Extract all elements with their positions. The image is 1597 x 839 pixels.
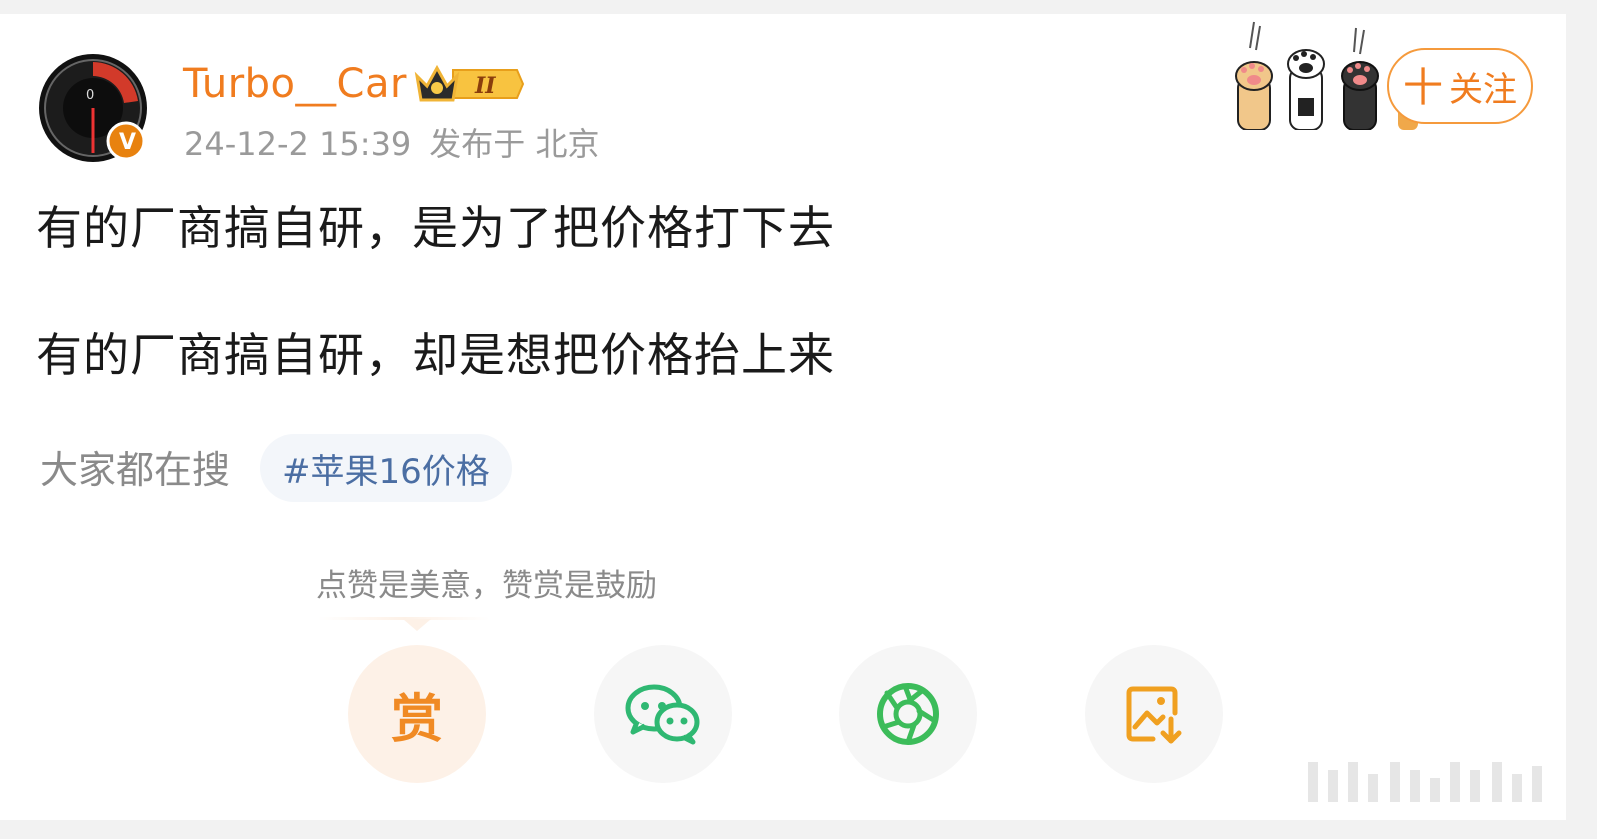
reward-button[interactable]: 赏 (348, 645, 486, 783)
trending-tag[interactable]: #苹果16价格 (260, 434, 512, 502)
plus-icon: 十 (1403, 65, 1443, 111)
reward-icon: 赏 (390, 689, 443, 750)
trending-search-label: 大家都在搜 (40, 448, 231, 492)
follow-button[interactable]: 十 关注 (1387, 48, 1533, 124)
tip-arrow-icon (403, 619, 431, 631)
badge-level: II (474, 73, 496, 99)
share-moments-button[interactable] (839, 645, 977, 783)
follow-label: 关注 (1449, 69, 1517, 110)
save-image-icon (1126, 686, 1182, 744)
reward-tip: 点赞是美意，赞赏是鼓励 (316, 568, 657, 604)
post-location: 发布于 北京 (429, 125, 600, 163)
save-image-button[interactable] (1085, 645, 1223, 783)
wechat-icon (625, 684, 700, 745)
weibo-watermark-icon (1300, 758, 1562, 806)
post-meta: 24-12-2 15:39 发布于 北京 (184, 124, 599, 164)
user-avatar[interactable]: 0 V (38, 53, 148, 163)
svg-text:0: 0 (86, 88, 94, 103)
username[interactable]: Turbo__Car (183, 60, 407, 108)
timestamp: 24-12-2 15:39 (184, 125, 412, 163)
post-content-line: 有的厂商搞自研，是为了把价格打下去 (36, 201, 835, 255)
svg-text:V: V (119, 130, 136, 155)
moments-icon (877, 683, 939, 745)
share-wechat-button[interactable] (594, 645, 732, 783)
crown-badge-icon[interactable]: II (413, 62, 525, 106)
post-content-line: 有的厂商搞自研，却是想把价格抬上来 (36, 328, 835, 382)
